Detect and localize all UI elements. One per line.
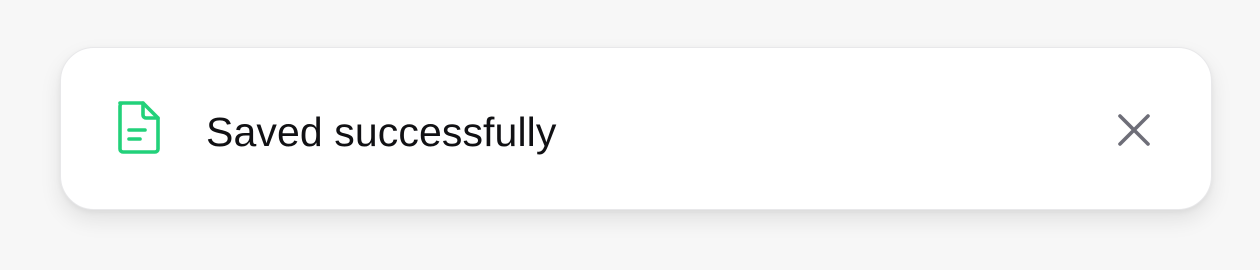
- page: Saved successfully: [0, 0, 1260, 270]
- close-icon: [1118, 114, 1150, 146]
- document-icon: [114, 99, 162, 155]
- close-button[interactable]: [1111, 107, 1157, 153]
- success-toast: Saved successfully: [60, 47, 1212, 210]
- toast-message: Saved successfully: [206, 109, 557, 155]
